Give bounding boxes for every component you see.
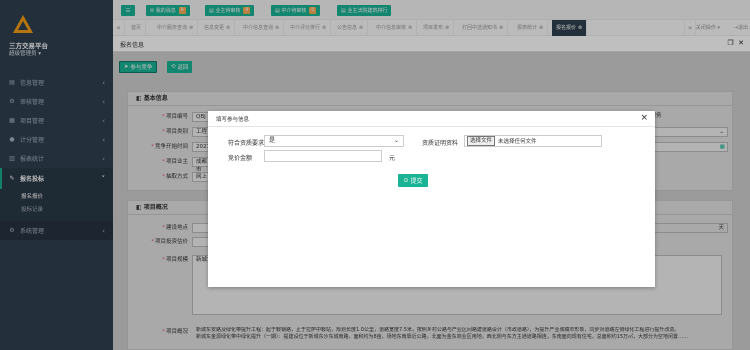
chevron-down-icon: ⌄	[393, 137, 399, 144]
dialog-header: 填写参与信息 ×	[208, 111, 655, 127]
certificate-label: 资质证明资料	[421, 140, 458, 147]
certificate-file-input[interactable]: 选择文件 未选择任何文件	[464, 135, 602, 147]
dialog-title: 填写参与信息	[216, 117, 250, 123]
check-icon: ⊙	[403, 177, 411, 184]
qualification-label: 符合资质要求	[227, 140, 264, 147]
quote-label: 竞价金额	[227, 155, 252, 162]
button-label: 提交	[410, 178, 423, 185]
file-status: 未选择任何文件	[498, 139, 537, 145]
selected-value: 是	[269, 137, 276, 144]
currency-unit: 元	[389, 155, 396, 162]
participation-dialog: 填写参与信息 × 符合资质要求 是 ⌄ 资质证明资料 选择文件 未选择任何文件 …	[208, 111, 655, 287]
qualification-select[interactable]: 是 ⌄	[264, 135, 404, 147]
choose-file-button[interactable]: 选择文件	[467, 136, 496, 146]
dialog-close-button[interactable]: ×	[640, 113, 648, 123]
quote-amount-input[interactable]	[264, 150, 382, 162]
submit-button[interactable]: ⊙ 提交	[398, 174, 428, 187]
